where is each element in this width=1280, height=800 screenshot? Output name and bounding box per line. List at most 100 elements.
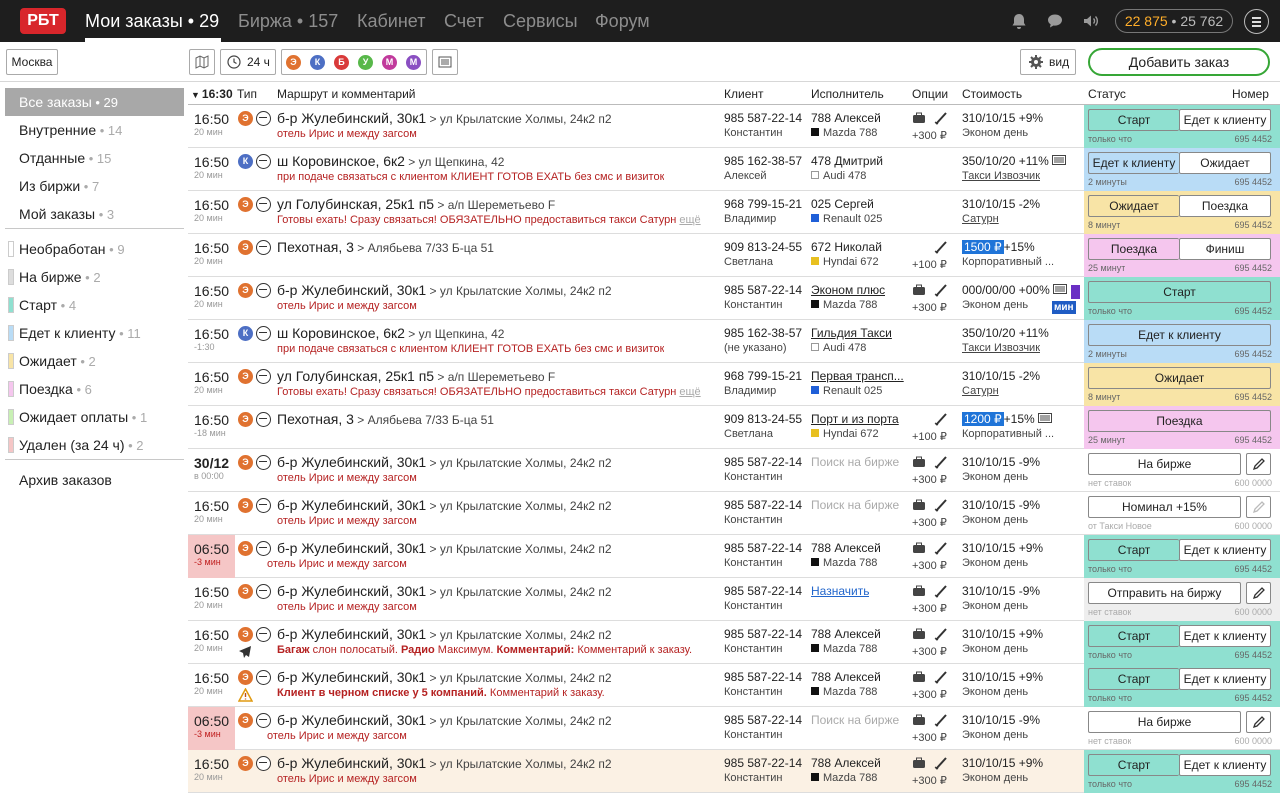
status-next-button[interactable]: Едет к клиенту [1179,625,1271,647]
executor-name[interactable]: 788 Алексей [811,111,881,125]
filter-badge-universal[interactable]: У [358,55,373,70]
route-line[interactable]: б-р Жулебинский, 30к1 > ул Крылатские Хо… [277,583,612,599]
status-button[interactable]: Отправить на биржу [1088,582,1241,604]
status-next-button[interactable]: Едет к клиенту [1179,668,1271,690]
logo[interactable]: РБТ [20,8,66,34]
edit-button[interactable] [1246,582,1271,604]
client-phone[interactable]: 985 587-22-14 [724,111,802,125]
table-row[interactable]: 16:50 20 мин Кш Коровинское, 6к2 > ул Щепк… [188,148,1280,191]
time-column-header[interactable]: ▼ 16:30 [191,87,233,101]
nav-forum[interactable]: Форум [595,11,650,32]
client-phone[interactable]: 985 587-22-14 [724,498,802,512]
filter-badge-minibus[interactable]: М [406,55,421,70]
status-current-button[interactable]: Старт [1088,668,1179,690]
route-line[interactable]: б-р Жулебинский, 30к1 > ул Крылатские Хо… [277,755,612,771]
table-row[interactable]: 16:50 20 мин Э Пехотная, 3 > Алябьева 7/33 … [188,234,1280,277]
client-phone[interactable]: 985 587-22-14 [724,541,802,555]
comment-more-link[interactable]: ещё [679,214,700,226]
table-row[interactable]: 06:50 -3 мин Эб-р Жулебинский, 30к1 > ул К… [188,535,1280,578]
table-row[interactable]: 16:50 20 мин Эб-р Жулебинский, 30к1 > ул К… [188,105,1280,148]
sidebar-item[interactable]: Едет к клиенту • 11 [5,319,184,347]
status-button[interactable]: Едет к клиенту [1088,324,1271,346]
status-button[interactable]: На бирже [1088,711,1241,733]
executor-name[interactable]: Гильдия Такси [811,326,892,340]
filter-badge-comfort[interactable]: К [310,55,325,70]
table-row[interactable]: 16:50 20 мин Эб-р Жулебинский, 30к1 > ул К… [188,492,1280,535]
sidebar-item[interactable]: Ожидает оплаты • 1 [5,403,184,431]
route-line[interactable]: ш Коровинское, 6к2 > ул Щепкина, 42 [277,325,504,341]
executor-name[interactable]: Поиск на бирже [811,498,899,512]
status-current-button[interactable]: Старт [1088,754,1179,776]
table-row[interactable]: 16:50 20 мин Эб-р Жулебинский, 30к1 > ул К… [188,578,1280,621]
sidebar-item[interactable]: Ожидает • 2 [5,347,184,375]
nav-exchange[interactable]: Биржа • 157 [238,11,338,32]
sidebar-item[interactable]: Внутренние • 14 [5,116,184,144]
executor-name[interactable]: 788 Алексей [811,670,881,684]
status-next-button[interactable]: Ожидает [1179,152,1271,174]
period-select[interactable]: 24 ч [220,49,276,75]
client-phone[interactable]: 985 587-22-14 [724,756,802,770]
executor-name[interactable]: 478 Дмитрий [811,154,883,168]
route-line[interactable]: ш Коровинское, 6к2 > ул Щепкина, 42 [277,153,504,169]
executor-name[interactable]: 788 Алексей [811,627,881,641]
executor-name[interactable]: Порт и из порта [811,412,899,426]
client-phone[interactable]: 985 587-22-14 [724,670,802,684]
sidebar-item[interactable]: Все заказы • 29 [5,88,184,116]
table-row[interactable]: 16:50 20 мин Эул Голубинская, 25к1 п5 > а/… [188,191,1280,234]
status-button[interactable]: На бирже [1088,453,1241,475]
view-button[interactable]: вид [1020,49,1076,75]
bell-icon[interactable] [1010,12,1028,30]
route-line[interactable]: б-р Жулебинский, 30к1 > ул Крылатские Хо… [277,282,612,298]
nav-account[interactable]: Счет [444,11,484,32]
filter-badge-business[interactable]: Б [334,55,349,70]
status-next-button[interactable]: Поездка [1179,195,1271,217]
sidebar-item[interactable]: Мой заказы • 3 [5,200,184,228]
nav-my-orders[interactable]: Мои заказы • 29 [85,11,219,32]
chat-icon[interactable] [1046,12,1064,30]
sidebar-item[interactable]: Старт • 4 [5,291,184,319]
client-phone[interactable]: 968 799-15-21 [724,197,802,211]
menu-button[interactable] [1244,9,1269,34]
route-line[interactable]: б-р Жулебинский, 30к1 > ул Крылатские Хо… [277,669,612,685]
status-next-button[interactable]: Едет к клиенту [1179,754,1271,776]
status-next-button[interactable]: Едет к клиенту [1179,539,1271,561]
executor-name[interactable]: Назначить [811,584,869,598]
client-phone[interactable]: 985 587-22-14 [724,584,802,598]
client-phone[interactable]: 909 813-24-55 [724,412,802,426]
status-next-button[interactable]: Едет к клиенту [1179,109,1271,131]
client-phone[interactable]: 985 587-22-14 [724,283,802,297]
sidebar-item[interactable]: На бирже • 2 [5,263,184,291]
sidebar-item[interactable]: Архив заказов [5,466,184,494]
executor-name[interactable]: 788 Алексей [811,756,881,770]
route-line[interactable]: б-р Жулебинский, 30к1 > ул Крылатские Хо… [277,454,612,470]
status-button[interactable]: Старт [1088,281,1271,303]
status-current-button[interactable]: Поездка [1088,238,1179,260]
edit-button[interactable] [1246,453,1271,475]
notes-button[interactable] [432,49,458,75]
route-line[interactable]: Пехотная, 3 > Алябьева 7/33 Б-ца 51 [277,239,494,255]
route-line[interactable]: б-р Жулебинский, 30к1 > ул Крылатские Хо… [277,497,612,513]
table-row[interactable]: 16:50 20 мин Эб-р Жулебинский, 30к1 > ул К… [188,664,1280,707]
status-current-button[interactable]: Ожидает [1088,195,1179,217]
client-phone[interactable]: 985 162-38-57 [724,326,802,340]
status-current-button[interactable]: Старт [1088,539,1179,561]
filter-badge-econom[interactable]: Э [286,55,301,70]
nav-cabinet[interactable]: Кабинет [357,11,425,32]
client-phone[interactable]: 985 162-38-57 [724,154,802,168]
status-current-button[interactable]: Старт [1088,109,1179,131]
route-line[interactable]: б-р Жулебинский, 30к1 > ул Крылатские Хо… [277,626,612,642]
executor-name[interactable]: Поиск на бирже [811,713,899,727]
sidebar-item[interactable]: Из биржи • 7 [5,172,184,200]
table-row[interactable]: 16:50 20 мин Эб-р Жулебинский, 30к1 > ул К… [188,621,1280,664]
executor-name[interactable]: Первая трансп... [811,369,904,383]
status-next-button[interactable]: Финиш [1179,238,1271,260]
edit-button[interactable] [1246,711,1271,733]
status-button[interactable]: Ожидает [1088,367,1271,389]
table-row[interactable]: 16:50 20 мин Эб-р Жулебинский, 30к1 > ул К… [188,277,1280,320]
sidebar-item[interactable]: Удален (за 24 ч) • 2 [5,431,184,459]
status-current-button[interactable]: Старт [1088,625,1179,647]
executor-name[interactable]: 025 Сергей [811,197,874,211]
client-phone[interactable]: 985 587-22-14 [724,455,802,469]
status-button[interactable]: Номинал +15% [1088,496,1241,518]
sidebar-item[interactable]: Необработан • 9 [5,235,184,263]
